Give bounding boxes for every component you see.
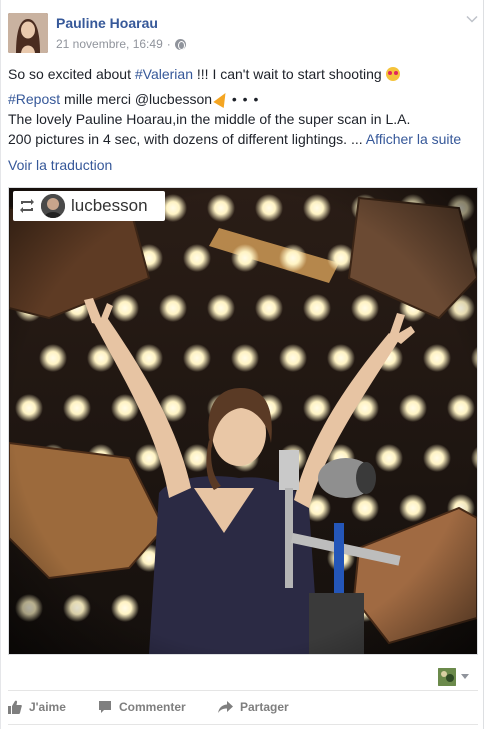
post-line-4: 200 pictures in 4 sec, with dozens of di… (8, 131, 462, 147)
hashtag-repost[interactable]: #Repost (8, 91, 60, 107)
author-name[interactable]: Pauline Hoarau (56, 15, 158, 31)
share-label: Partager (240, 700, 289, 714)
post-line-3: The lovely Pauline Hoarau,in the middle … (8, 111, 411, 127)
post-photo[interactable]: lucbesson (8, 187, 478, 655)
globe-icon (174, 38, 186, 50)
share-button[interactable]: Partager (218, 697, 289, 717)
post-meta: 21 novembre, 16:49 · (56, 37, 186, 51)
meta-separator: · (166, 37, 171, 51)
share-arrow-icon (218, 701, 233, 713)
comment-button[interactable]: Commenter (98, 697, 186, 717)
like-button[interactable]: J'aime (8, 697, 66, 717)
facebook-post: Pauline Hoarau 21 novembre, 16:49 · So s… (0, 0, 484, 729)
post-timestamp[interactable]: 21 novembre, 16:49 (56, 37, 163, 51)
like-label: J'aime (29, 700, 66, 714)
post-header: Pauline Hoarau 21 novembre, 16:49 · (8, 13, 478, 53)
post-line-2: #Repost mille merci @lucbesson • • • (8, 89, 260, 109)
comment-icon (99, 701, 111, 713)
repost-tag[interactable]: lucbesson (13, 191, 165, 221)
see-more-link[interactable]: Afficher la suite (366, 131, 461, 147)
translate-link[interactable]: Voir la traduction (8, 157, 112, 173)
action-bar: J'aime Commenter Partager (8, 697, 478, 717)
author-avatar[interactable] (8, 13, 48, 53)
repost-icon (20, 199, 34, 213)
hashtag-valerian[interactable]: #Valerian (135, 66, 193, 82)
heart-eyes-emoji-icon (385, 67, 400, 81)
bottom-divider (8, 724, 478, 725)
post-line-1: So so excited about #Valerian !!! I can'… (8, 64, 400, 84)
scan-studio-image (9, 188, 477, 654)
chevron-down-icon[interactable] (466, 13, 478, 25)
reactor-avatar[interactable] (438, 668, 456, 686)
repost-username: lucbesson (71, 196, 148, 215)
caret-down-icon[interactable] (461, 674, 469, 679)
repost-avatar (41, 194, 65, 218)
comment-label: Commenter (119, 700, 186, 714)
divider (8, 690, 478, 691)
thumbs-up-icon (8, 700, 22, 714)
